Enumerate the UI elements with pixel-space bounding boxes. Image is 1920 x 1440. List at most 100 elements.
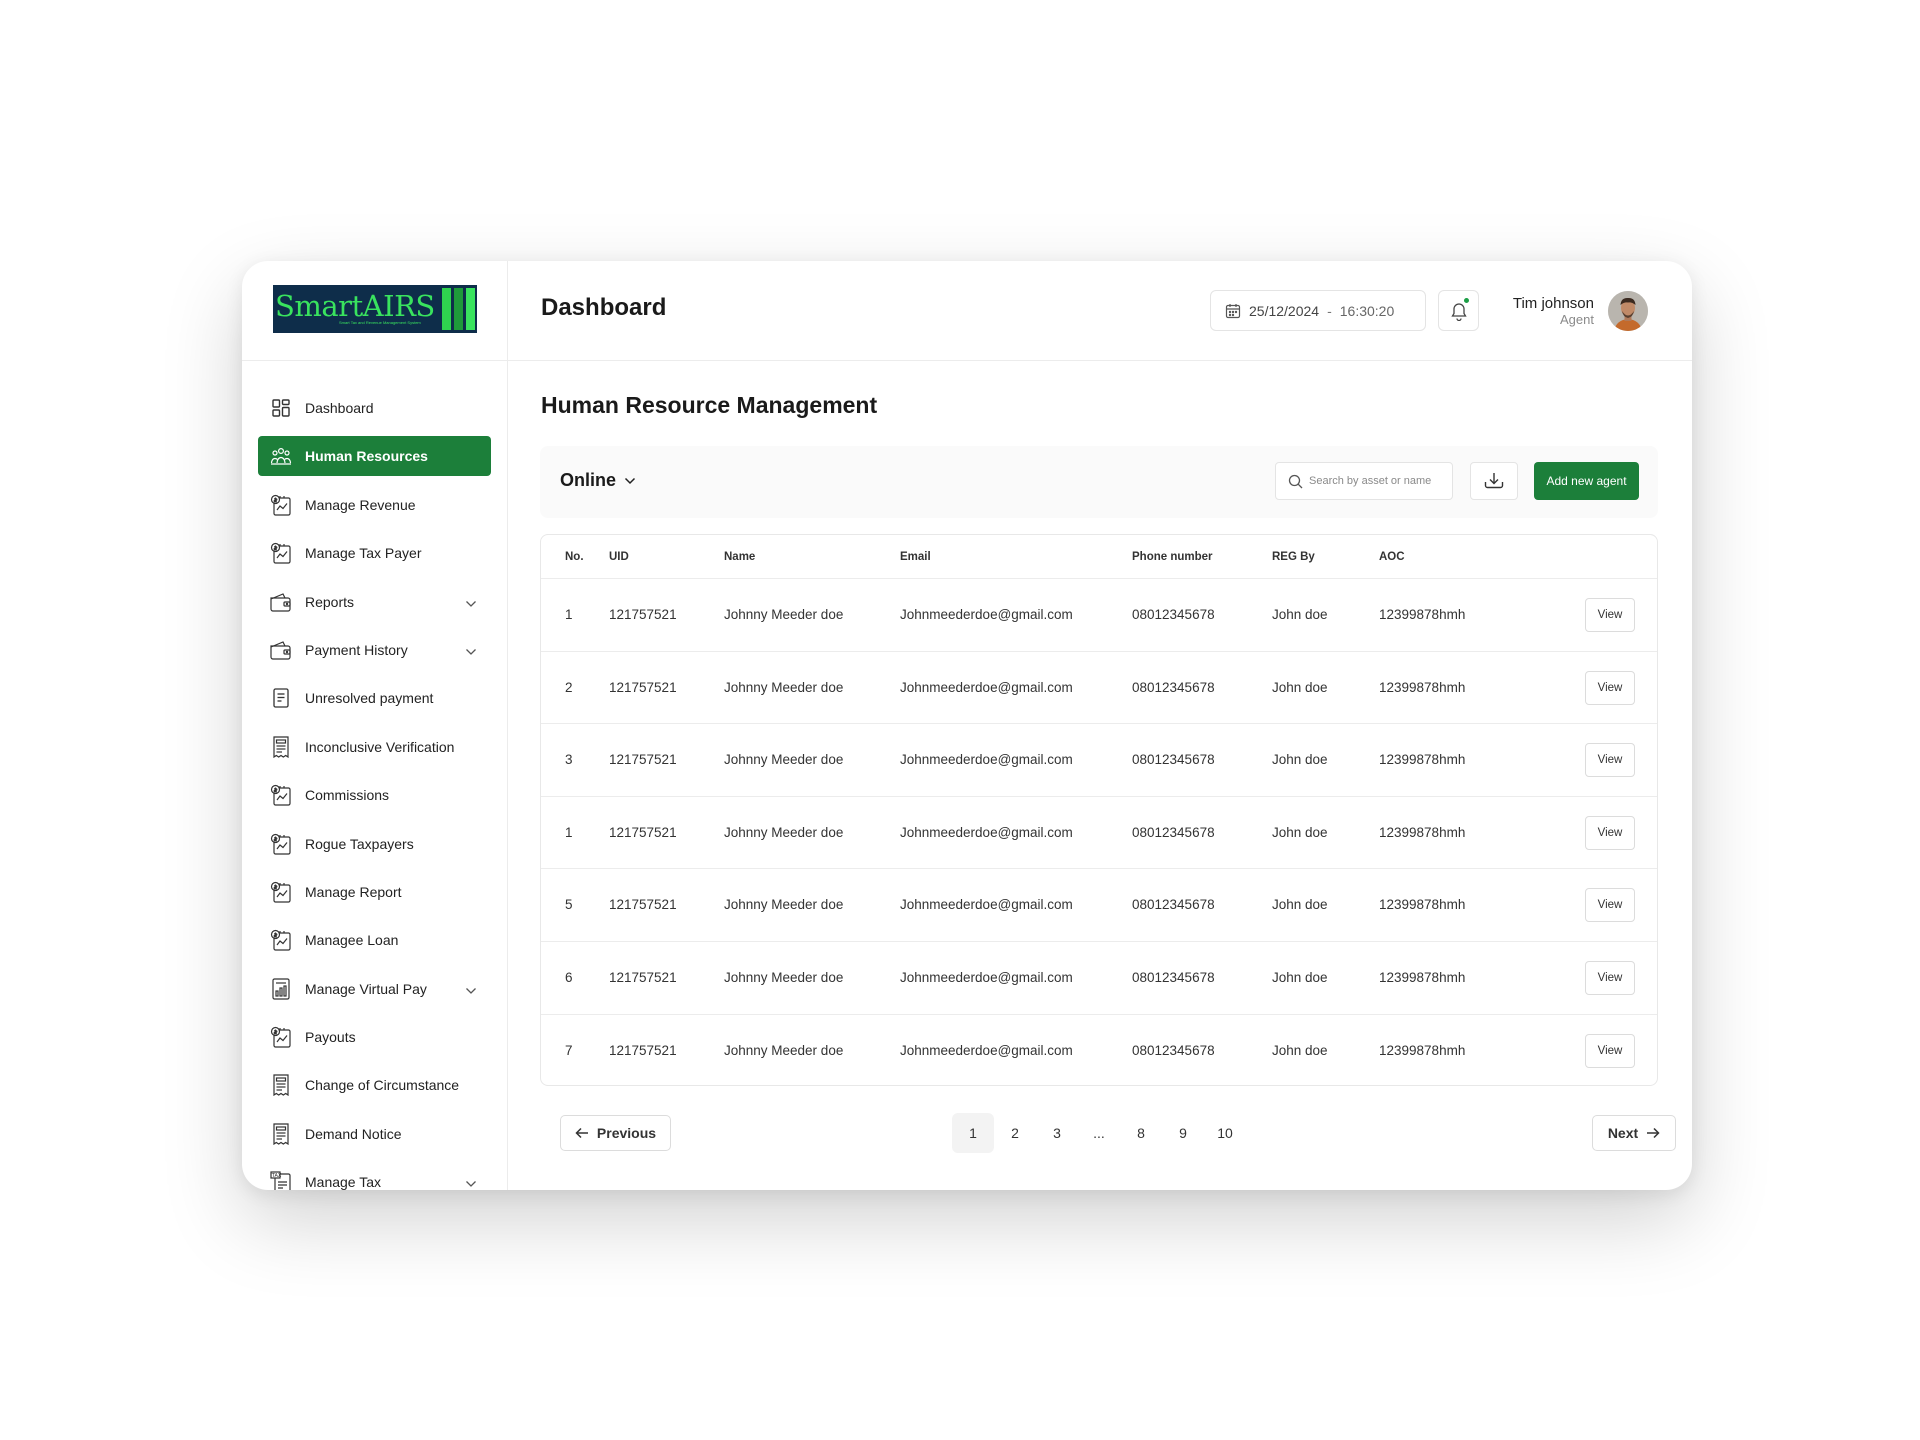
sidebar-item-payouts[interactable]: Payouts <box>258 1017 491 1057</box>
cell-email: Johnmeederdoe@gmail.com <box>900 1042 1073 1058</box>
sidebar-item-label: Commissions <box>305 787 390 804</box>
sidebar-item-manage-revenue[interactable]: Manage Revenue <box>258 485 491 525</box>
table-row[interactable]: 7 121757521 Johnny Meeder doe Johnmeederdoe… <box>541 1015 1657 1085</box>
cell-email: Johnmeederdoe@gmail.com <box>900 679 1073 695</box>
sidebar-item-label: Manage Report <box>305 883 402 900</box>
column-header-name[interactable]: Name <box>724 535 755 579</box>
sidebar-item-manage-report[interactable]: Manage Report <box>258 872 491 912</box>
cell-phone: 08012345678 <box>1132 969 1215 985</box>
cell-aoc: 12399878hmh <box>1379 897 1466 913</box>
table-row[interactable]: 6 121757521 Johnny Meeder doe Johnmeederdoe… <box>541 942 1657 1015</box>
search-input[interactable] <box>1309 475 1449 487</box>
receipt-icon <box>270 1123 292 1145</box>
receipt-icon <box>270 736 292 758</box>
column-header-reg-by[interactable]: REG By <box>1272 535 1315 579</box>
sidebar-item-inconclusive-verification[interactable]: Inconclusive Verification <box>258 727 491 767</box>
page-number-button[interactable]: 9 <box>1162 1113 1204 1153</box>
user-name[interactable]: Tim johnson <box>1513 295 1594 312</box>
cell-name: Johnny Meeder doe <box>724 969 844 985</box>
cell-phone: 08012345678 <box>1132 824 1215 840</box>
smartairs-logo[interactable]: SmartAIRS Smart Tax and Revenue Manageme… <box>273 285 477 333</box>
column-header-no[interactable]: No. <box>565 535 584 579</box>
table-row[interactable]: 2 121757521 Johnny Meeder doe Johnmeederdoe… <box>541 652 1657 725</box>
notifications-button[interactable] <box>1438 290 1479 331</box>
pagination: 1 2 3... 8 9 10 <box>952 1113 1246 1153</box>
page-number-button[interactable]: 1 <box>952 1113 994 1153</box>
cell-uid: 121757521 <box>609 679 677 695</box>
cell-no: 1 <box>565 607 573 622</box>
cell-aoc: 12399878hmh <box>1379 752 1466 768</box>
sidebar-item-unresolved-payment[interactable]: Unresolved payment <box>258 678 491 718</box>
download-button[interactable] <box>1470 462 1518 500</box>
search-box[interactable] <box>1275 462 1453 500</box>
cell-email: Johnmeederdoe@gmail.com <box>900 607 1073 622</box>
sidebar-item-managee-loan[interactable]: Managee Loan <box>258 920 491 960</box>
chevron-down-icon[interactable] <box>465 595 477 611</box>
sidebar-item-manage-tax[interactable]: TAX Manage Tax <box>258 1162 491 1190</box>
agents-table: No. UID Name Email Phone number REG By A… <box>540 534 1658 1086</box>
sidebar-item-rogue-taxpayers[interactable]: Rogue Taxpayers <box>258 824 491 864</box>
avatar[interactable] <box>1608 291 1648 331</box>
view-button[interactable]: View <box>1585 888 1635 923</box>
arrow-right-icon <box>1646 1127 1660 1139</box>
sidebar-item-change-of-circumstance[interactable]: Change of Circumstance <box>258 1065 491 1105</box>
page-number-button[interactable]: 10 <box>1204 1113 1246 1153</box>
cell-email: Johnmeederdoe@gmail.com <box>900 969 1073 985</box>
column-header-phone[interactable]: Phone number <box>1132 535 1213 579</box>
section-title: Human Resource Management <box>541 392 878 418</box>
sidebar-item-manage-virtual-pay[interactable]: Manage Virtual Pay <box>258 969 491 1009</box>
sidebar-item-dashboard[interactable]: Dashboard <box>258 388 491 428</box>
status-filter-label: Online <box>560 470 617 490</box>
view-button[interactable]: View <box>1585 960 1635 995</box>
date-time-display: 25/12/2024 - 16:30:20 <box>1210 290 1426 331</box>
table-row[interactable]: 3 121757521 Johnny Meeder doe Johnmeederdoe… <box>541 724 1657 797</box>
cell-aoc: 12399878hmh <box>1379 969 1466 985</box>
previous-page-button[interactable]: Previous <box>560 1115 671 1151</box>
wallet-icon <box>270 591 292 613</box>
column-header-uid[interactable]: UID <box>609 535 629 579</box>
page-number-button[interactable]: 3 <box>1036 1113 1078 1153</box>
sidebar-item-label: Manage Revenue <box>305 496 416 513</box>
chart-doc-icon <box>270 784 292 806</box>
notification-dot <box>1463 297 1470 304</box>
view-button[interactable]: View <box>1585 598 1635 632</box>
table-row[interactable]: 1 121757521 Johnny Meeder doe Johnmeederdoe… <box>541 797 1657 870</box>
cell-no: 5 <box>565 897 573 913</box>
cell-no: 6 <box>565 969 573 985</box>
cell-aoc: 12399878hmh <box>1379 607 1466 622</box>
sidebar-item-label: Human Resources <box>305 448 428 465</box>
receipt-chart-icon <box>270 978 292 1000</box>
sidebar-item-human-resources[interactable]: Human Resources <box>258 436 491 477</box>
sidebar-item-payment-history[interactable]: Payment History <box>258 630 491 670</box>
sidebar-item-demand-notice[interactable]: Demand Notice <box>258 1114 491 1154</box>
cell-name: Johnny Meeder doe <box>724 752 844 768</box>
cell-name: Johnny Meeder doe <box>724 897 844 913</box>
page-number-button[interactable]: 8 <box>1120 1113 1162 1153</box>
view-button[interactable]: View <box>1585 670 1635 705</box>
sidebar-item-reports[interactable]: Reports <box>258 582 491 622</box>
cell-reg-by: John doe <box>1272 607 1328 622</box>
cell-name: Johnny Meeder doe <box>724 824 844 840</box>
view-button[interactable]: View <box>1585 1033 1635 1068</box>
logo-tagline: Smart Tax and Revenue Management System <box>339 320 421 325</box>
view-button[interactable]: View <box>1585 743 1635 778</box>
sidebar-item-manage-tax-payer[interactable]: Manage Tax Payer <box>258 533 491 573</box>
column-header-aoc[interactable]: AOC <box>1379 535 1405 579</box>
column-header-email[interactable]: Email <box>900 535 931 579</box>
chevron-down-icon[interactable] <box>465 1175 477 1190</box>
sidebar-item-commissions[interactable]: Commissions <box>258 775 491 815</box>
sidebar-item-label: Manage Virtual Pay <box>305 980 427 997</box>
page-number-button[interactable]: 2 <box>994 1113 1036 1153</box>
next-page-button[interactable]: Next <box>1592 1115 1676 1151</box>
view-button[interactable]: View <box>1585 815 1635 850</box>
chart-doc-icon <box>270 833 292 855</box>
date-separator: - <box>1327 302 1332 319</box>
arrow-left-icon <box>575 1127 589 1139</box>
chevron-down-icon[interactable] <box>465 982 477 998</box>
sidebar-item-label: Unresolved payment <box>305 690 434 707</box>
table-row[interactable]: 5 121757521 Johnny Meeder doe Johnmeederdoe… <box>541 869 1657 942</box>
add-new-agent-button[interactable]: Add new agent <box>1534 462 1639 500</box>
chevron-down-icon[interactable] <box>465 643 477 659</box>
table-row[interactable]: 1 121757521 Johnny Meeder doe Johnmeederdoe… <box>541 579 1657 652</box>
status-filter-dropdown[interactable]: Online <box>560 470 636 491</box>
